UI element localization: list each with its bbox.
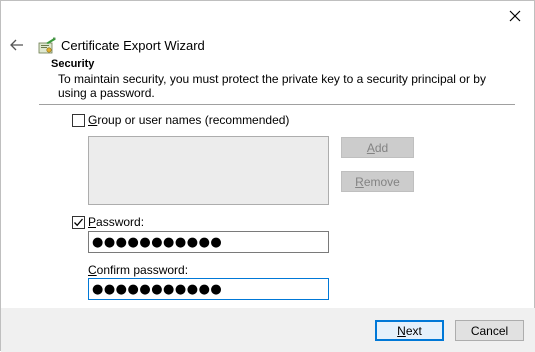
group-names-option[interactable]: Group or user names (recommended) — [72, 113, 289, 127]
checkmark-icon — [74, 218, 83, 226]
remove-button[interactable]: Remove — [341, 171, 414, 192]
section-title: Security — [51, 58, 95, 70]
back-button[interactable] — [7, 35, 27, 55]
close-icon — [509, 10, 521, 22]
confirm-password-label: Confirm password: — [88, 263, 189, 277]
wizard-title: Certificate Export Wizard — [61, 38, 205, 53]
password-label: Password: — [88, 215, 145, 229]
certificate-wizard-icon — [38, 37, 56, 54]
password-option[interactable]: Password: — [72, 215, 144, 229]
group-names-label: Group or user names (recommended) — [88, 113, 290, 127]
next-button[interactable]: Next — [375, 320, 444, 341]
section-description: To maintain security, you must protect t… — [58, 72, 486, 100]
group-names-checkbox[interactable] — [72, 113, 85, 127]
header-divider — [39, 104, 515, 105]
close-button[interactable] — [500, 3, 530, 29]
back-arrow-icon — [10, 39, 23, 51]
wizard-window: Certificate Export Wizard Security To ma… — [0, 0, 535, 352]
password-checkbox[interactable] — [72, 215, 85, 229]
confirm-password-input[interactable]: ●●●●●●●●●●● — [88, 278, 329, 300]
group-names-listbox[interactable] — [88, 136, 329, 205]
add-button[interactable]: Add — [341, 137, 414, 158]
password-input[interactable]: ●●●●●●●●●●● — [88, 231, 329, 253]
cancel-button[interactable]: Cancel — [455, 320, 524, 341]
